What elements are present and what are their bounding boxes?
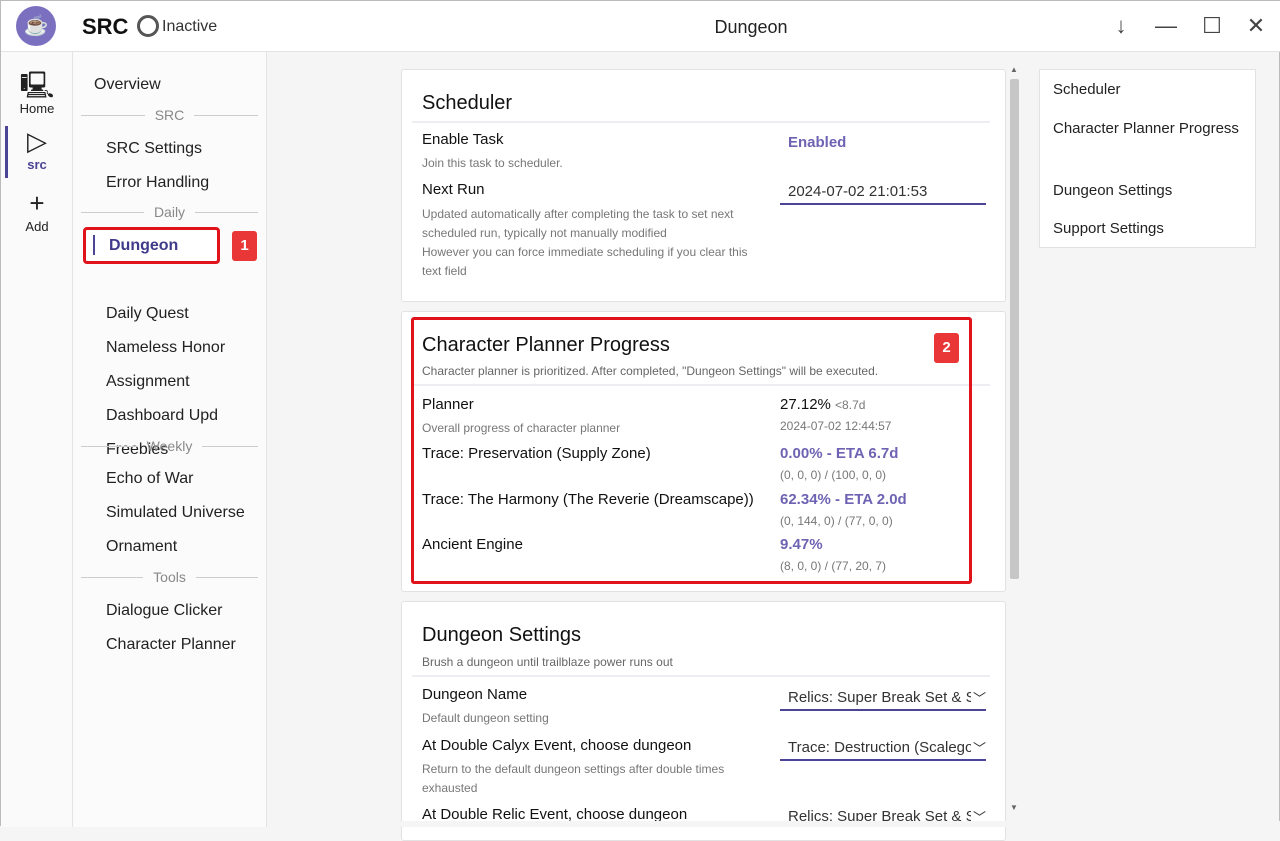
setting-label: Dungeon Name (422, 686, 528, 703)
nav-item[interactable]: Dashboard Upd (106, 407, 218, 425)
nav-item[interactable]: Ornament (106, 538, 177, 556)
bottom-edge (267, 821, 1280, 827)
sidebar-nav: Overview SRC SRC Settings Error Handling… (73, 52, 267, 827)
nav-item[interactable]: Error Handling (106, 174, 209, 192)
desc-line: text field (422, 264, 467, 278)
setting-desc: Default dungeon setting (422, 711, 549, 725)
nav-item[interactable]: Assignment (106, 373, 190, 391)
setting-label: Enable Task (422, 131, 504, 148)
toc-item[interactable]: Scheduler (1053, 78, 1243, 102)
select-value: Relics: Super Break Set & Sprightly (788, 689, 986, 706)
rail-item-add[interactable]: + Add (1, 187, 73, 234)
selected-indicator (93, 235, 95, 255)
desc-line: Updated automatically after completing t… (422, 207, 734, 221)
rail-item-home[interactable]: 🖳 Home (1, 69, 73, 116)
nav-item[interactable]: SRC Settings (106, 140, 202, 158)
nav-section: Tools (81, 569, 258, 585)
nav-item[interactable]: Simulated Universe (106, 504, 245, 522)
select-value: Trace: Destruction (Scalegorge Waterscap… (788, 739, 986, 756)
table-of-contents: Scheduler Character Planner Progress Dun… (1039, 69, 1256, 248)
title-bar: ☕ SRC Inactive Dungeon ↓ — ☐ ✕ (1, 1, 1280, 52)
close-button[interactable]: ✕ (1241, 11, 1271, 41)
desc-line: However you can force immediate scheduli… (422, 245, 748, 259)
desc-line: exhausted (422, 781, 478, 795)
maximize-button[interactable]: ☐ (1197, 11, 1227, 41)
nav-item[interactable]: Nameless Honor (106, 339, 225, 357)
card-subtitle: Brush a dungeon until trailblaze power r… (422, 655, 673, 669)
setting-desc: Return to the default dungeon settings a… (422, 760, 724, 798)
highlight-box (411, 317, 972, 584)
setting-label: At Double Calyx Event, choose dungeon (422, 737, 692, 754)
nav-item[interactable]: Echo of War (106, 470, 193, 488)
setting-desc: Updated automatically after completing t… (422, 205, 782, 281)
toc-item[interactable]: Character Planner Progress (1053, 117, 1243, 141)
nav-item-dungeon[interactable]: Dungeon (109, 237, 178, 255)
scroll-up-icon[interactable]: ▲ (1010, 65, 1018, 74)
nav-item[interactable]: Dialogue Clicker (106, 602, 223, 620)
desc-line: scheduled run, typically not manually mo… (422, 226, 667, 240)
desc-line: Return to the default dungeon settings a… (422, 762, 725, 776)
dungeon-card: Dungeon Settings Brush a dungeon until t… (401, 601, 1006, 841)
rail-item-src[interactable]: ▷ src (1, 125, 73, 172)
card-title: Scheduler (422, 92, 513, 114)
next-run-input[interactable]: 2024-07-02 21:01:53 (780, 180, 986, 205)
chevron-down-icon: ﹀ (970, 738, 986, 757)
code-monitor-icon: 🖳 (19, 70, 55, 100)
nav-section: Weekly (81, 438, 258, 454)
window-title: Dungeon (714, 17, 788, 37)
scrollbar-thumb[interactable] (1010, 79, 1019, 579)
setting-desc: Join this task to scheduler. (422, 156, 563, 170)
divider (412, 121, 990, 123)
nav-section: Daily (81, 204, 258, 220)
play-icon: ▷ (27, 126, 47, 156)
nav-section: SRC (81, 107, 258, 123)
minimize-button[interactable]: — (1151, 11, 1181, 41)
nav-item[interactable]: Character Planner (106, 636, 236, 654)
annotation-badge: 2 (934, 333, 959, 363)
rail-label: Home (19, 101, 55, 116)
rail-label: src (27, 157, 47, 172)
scheduler-card: Scheduler Enable Task Join this task to … (401, 69, 1006, 302)
nav-item[interactable]: Daily Quest (106, 305, 189, 323)
enable-task-toggle[interactable]: Enabled (788, 134, 846, 151)
card-title: Dungeon Settings (422, 624, 582, 646)
plus-icon: + (29, 188, 45, 218)
annotation-badge: 1 (232, 231, 257, 261)
toc-item[interactable]: Support Settings (1053, 217, 1243, 241)
calyx-dungeon-select[interactable]: Trace: Destruction (Scalegorge Waterscap… (780, 736, 986, 761)
dungeon-name-select[interactable]: Relics: Super Break Set & Sprightly﹀ (780, 686, 986, 711)
download-icon[interactable]: ↓ (1106, 11, 1136, 41)
scroll-down-icon[interactable]: ▼ (1010, 803, 1018, 812)
toc-item[interactable]: Dungeon Settings (1053, 179, 1243, 203)
divider (412, 675, 990, 677)
chevron-down-icon: ﹀ (970, 688, 986, 707)
nav-overview[interactable]: Overview (94, 76, 161, 94)
rail-label: Add (25, 219, 49, 234)
setting-label: Next Run (422, 181, 485, 198)
